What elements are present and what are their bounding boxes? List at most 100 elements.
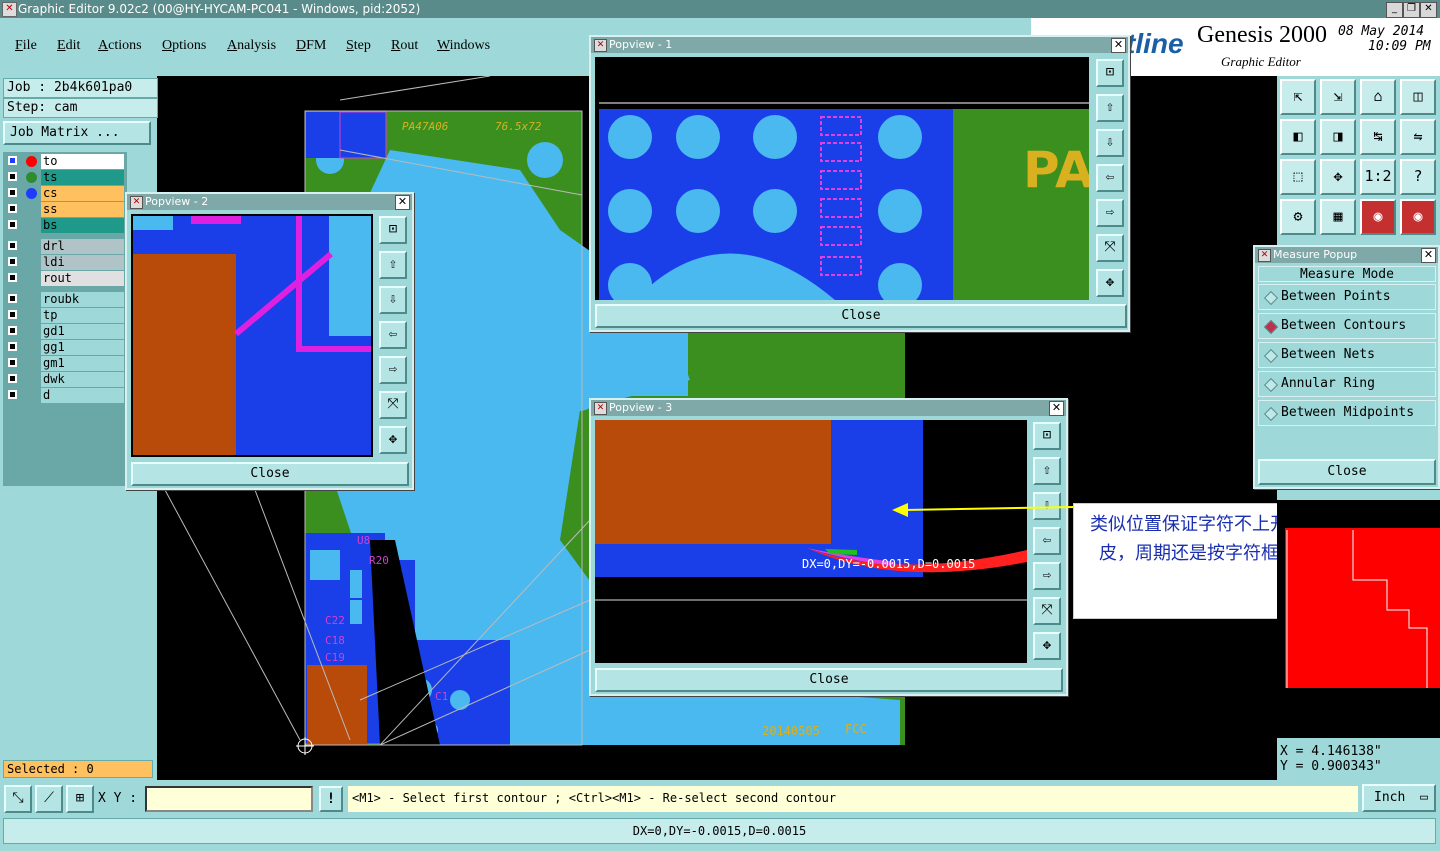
popview-2-zoom-button[interactable]: ⊡ — [379, 216, 407, 244]
popview-1-zoom-button[interactable]: ⊡ — [1096, 59, 1124, 87]
measure-popup-titlebar[interactable]: ✕ Measure Popup ✕ — [1255, 247, 1438, 263]
layer-checkbox[interactable] — [8, 273, 17, 282]
measure-popup-close-icon[interactable]: ✕ — [1421, 248, 1436, 263]
popview-2-up-button[interactable]: ⇧ — [379, 251, 407, 279]
popview-3-titlebar[interactable]: ✕ Popview - 3 ✕ — [591, 400, 1066, 416]
help-icon[interactable]: ? — [1400, 159, 1436, 195]
popview-1-fit-button[interactable]: ⤧ — [1096, 234, 1124, 262]
layer-row-drl[interactable]: drl — [6, 239, 124, 254]
layer-row-tp[interactable]: tp — [6, 308, 124, 323]
menu-file[interactable]: File — [15, 38, 37, 54]
layer-row-ts[interactable]: ts — [6, 170, 124, 185]
popview-1-right-button[interactable]: ⇨ — [1096, 199, 1124, 227]
center-icon[interactable]: ✥ — [1320, 159, 1356, 195]
popview-2-left-button[interactable]: ⇦ — [379, 321, 407, 349]
layer-row-bs[interactable]: bs — [6, 218, 124, 233]
pan-right-icon[interactable]: ◨ — [1320, 119, 1356, 155]
layer-checkbox[interactable] — [8, 241, 17, 250]
popview-1-up-button[interactable]: ⇧ — [1096, 94, 1124, 122]
layer-row-rout[interactable]: rout — [6, 271, 124, 286]
popview-1-down-button[interactable]: ⇩ — [1096, 129, 1124, 157]
popview-2-down-button[interactable]: ⇩ — [379, 286, 407, 314]
popview-3-canvas[interactable]: DX=0,DY=-0.0015,D=0.0015 — [595, 420, 1027, 663]
layers-a-icon[interactable]: ◉ — [1360, 199, 1396, 235]
layer-checkbox[interactable] — [8, 326, 17, 335]
popview-3-close-button[interactable]: Close — [595, 668, 1063, 692]
layer-checkbox[interactable] — [8, 310, 17, 319]
zoom-fit-icon[interactable]: ⬚ — [1280, 159, 1316, 195]
layer-row-roubk[interactable]: roubk — [6, 292, 124, 307]
popview-1-left-button[interactable]: ⇦ — [1096, 164, 1124, 192]
layer-checkbox[interactable] — [8, 257, 17, 266]
layer-checkbox[interactable] — [8, 342, 17, 351]
select-mode-icon[interactable]: ⤡ — [4, 785, 32, 813]
layer-checkbox[interactable] — [8, 188, 17, 197]
popview-2-close-icon[interactable]: ✕ — [395, 195, 410, 210]
grid-snap-icon[interactable]: ⊞ — [66, 785, 94, 813]
grid-icon[interactable]: ▦ — [1320, 199, 1356, 235]
popview-2-fit-button[interactable]: ⤧ — [379, 391, 407, 419]
popview-1-close-icon[interactable]: ✕ — [1111, 38, 1126, 53]
popview-2-center-button[interactable]: ✥ — [379, 426, 407, 454]
scale-1-2-icon[interactable]: 1:2 — [1360, 159, 1396, 195]
menu-options[interactable]: Options — [162, 38, 206, 54]
popview-2-right-button[interactable]: ⇨ — [379, 356, 407, 384]
menu-analysis[interactable]: Analysis — [227, 38, 276, 54]
warning-button[interactable]: ! — [319, 786, 343, 812]
tools-icon[interactable]: ⚙ — [1280, 199, 1316, 235]
layer-row-gd1[interactable]: gd1 — [6, 324, 124, 339]
measure-option-between-points[interactable]: Between Points — [1258, 284, 1436, 310]
measure-close-button[interactable]: Close — [1258, 459, 1436, 485]
units-select[interactable]: Inch ▭ — [1362, 784, 1436, 812]
menu-actions[interactable]: Actions — [98, 38, 142, 54]
pan-left-icon[interactable]: ◧ — [1280, 119, 1316, 155]
layer-row-ss[interactable]: ss — [6, 202, 124, 217]
layer-row-to[interactable]: to — [6, 154, 124, 169]
measure-option-between-nets[interactable]: Between Nets — [1258, 342, 1436, 368]
layer-checkbox[interactable] — [8, 390, 17, 399]
layer-checkbox[interactable] — [8, 156, 17, 165]
close-window-button[interactable]: ✕ — [1420, 2, 1437, 18]
popview-2-titlebar[interactable]: ✕ Popview - 2 ✕ — [127, 194, 412, 210]
layer-row-gm1[interactable]: gm1 — [6, 356, 124, 371]
popview-2-canvas[interactable] — [131, 214, 373, 457]
popview-3-left-button[interactable]: ⇦ — [1033, 527, 1061, 555]
layer-row-d[interactable]: d — [6, 388, 124, 403]
popview-1-canvas[interactable]: PA — [595, 57, 1089, 300]
layer-checkbox[interactable] — [8, 358, 17, 367]
popview-3-fit-button[interactable]: ⤧ — [1033, 597, 1061, 625]
layer-checkbox[interactable] — [8, 374, 17, 383]
menu-step[interactable]: Step — [346, 38, 371, 54]
job-matrix-button[interactable]: Job Matrix ... — [3, 121, 151, 145]
measure-mode-icon[interactable]: ⟋ — [35, 785, 63, 813]
measure-option-between-midpoints[interactable]: Between Midpoints — [1258, 400, 1436, 426]
popview-1-close-button[interactable]: Close — [595, 304, 1127, 328]
overview-map[interactable] — [1277, 500, 1440, 738]
popview-3-zoom-button[interactable]: ⊡ — [1033, 422, 1061, 450]
measure-option-between-contours[interactable]: Between Contours — [1258, 313, 1436, 339]
xy-input[interactable] — [145, 786, 313, 812]
menu-windows[interactable]: Windows — [437, 38, 490, 54]
popview-3-close-icon[interactable]: ✕ — [1049, 401, 1064, 416]
layer-checkbox[interactable] — [8, 220, 17, 229]
measure-option-annular-ring[interactable]: Annular Ring — [1258, 371, 1436, 397]
menu-rout[interactable]: Rout — [391, 38, 418, 54]
layer-checkbox[interactable] — [8, 294, 17, 303]
menu-dfm[interactable]: DFM — [296, 38, 326, 54]
swap-icon[interactable]: ↹ — [1360, 119, 1396, 155]
snap-icon[interactable]: ⇋ — [1400, 119, 1436, 155]
zoom-previous-icon[interactable]: ⇲ — [1320, 79, 1356, 115]
menu-edit[interactable]: Edit — [57, 38, 80, 54]
maximize-button[interactable]: ❐ — [1403, 2, 1420, 18]
home-icon[interactable]: ⌂ — [1360, 79, 1396, 115]
popview-1-center-button[interactable]: ✥ — [1096, 269, 1124, 297]
popview-3-center-button[interactable]: ✥ — [1033, 632, 1061, 660]
layer-row-cs[interactable]: cs — [6, 186, 124, 201]
layer-row-ldi[interactable]: ldi — [6, 255, 124, 270]
popview-3-up-button[interactable]: ⇧ — [1033, 457, 1061, 485]
layers-b-icon[interactable]: ◉ — [1400, 199, 1436, 235]
layer-checkbox[interactable] — [8, 204, 17, 213]
split-icon[interactable]: ◫ — [1400, 79, 1436, 115]
zoom-home-icon[interactable]: ⇱ — [1280, 79, 1316, 115]
popview-2-close-button[interactable]: Close — [131, 462, 409, 486]
